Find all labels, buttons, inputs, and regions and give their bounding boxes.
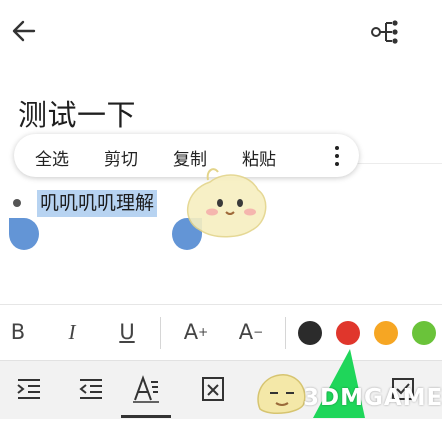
color-orange-swatch[interactable] <box>374 321 398 345</box>
watermark-mascot-icon <box>252 365 310 417</box>
separator <box>285 317 286 349</box>
separator <box>160 317 161 349</box>
minus-icon: − <box>253 325 264 339</box>
mascot-sticker-icon <box>170 160 280 250</box>
italic-button[interactable]: I <box>58 315 86 349</box>
plus-icon: + <box>198 325 209 339</box>
font-increase-label: A <box>183 320 199 344</box>
font-size-decrease-button[interactable]: A − <box>236 315 266 349</box>
selection-handle-start[interactable] <box>9 218 39 250</box>
watermark-text: 3DMGAME <box>303 385 442 411</box>
color-green-swatch[interactable] <box>412 321 436 345</box>
indent-icon[interactable] <box>14 374 44 404</box>
underline-button[interactable]: U <box>113 315 141 349</box>
font-size-increase-button[interactable]: A + <box>182 315 210 349</box>
more-vertical-icon[interactable] <box>333 144 341 168</box>
note-title[interactable]: 测试一下 <box>18 92 136 134</box>
selected-text[interactable]: 叽叽叽叽理解 <box>37 190 158 217</box>
color-red-swatch[interactable] <box>336 321 360 345</box>
back-arrow-icon[interactable] <box>10 14 38 48</box>
outdent-icon[interactable] <box>76 374 106 404</box>
select-all-button[interactable]: 全选 <box>35 145 69 170</box>
bold-button[interactable]: B <box>4 315 32 349</box>
color-black-swatch[interactable] <box>298 321 322 345</box>
mind-map-share-icon[interactable] <box>368 16 402 48</box>
text-style-icon[interactable] <box>131 374 161 404</box>
format-bar: B I U A + A − <box>0 304 442 361</box>
bullet-point <box>13 199 21 207</box>
cut-button[interactable]: 剪切 <box>104 145 138 170</box>
clear-format-icon[interactable] <box>198 374 228 404</box>
top-bar <box>0 0 442 66</box>
font-decrease-label: A <box>238 320 254 344</box>
